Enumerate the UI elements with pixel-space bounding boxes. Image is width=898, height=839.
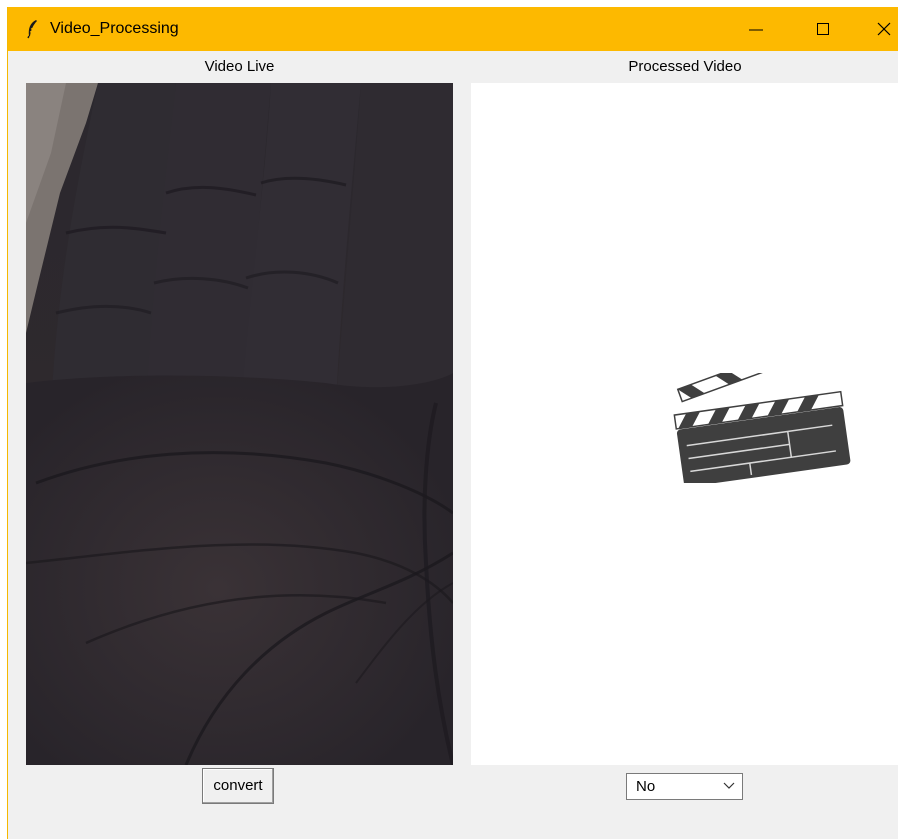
video-live-label: Video Live — [204, 58, 275, 75]
processed-video-area — [471, 83, 898, 765]
window-title: Video_Processing — [50, 20, 179, 37]
title-bar[interactable]: Video_Processing — [8, 7, 898, 51]
close-icon — [877, 22, 891, 36]
processed-video-label: Processed Video — [628, 58, 742, 75]
app-window: Video_Processing Video Live Processed Vi… — [7, 7, 898, 839]
option-select[interactable]: No — [626, 773, 743, 800]
maximize-icon — [817, 23, 829, 35]
minimize-icon — [749, 29, 763, 31]
clapperboard-icon — [673, 373, 851, 483]
convert-button[interactable]: convert — [202, 768, 274, 804]
close-button[interactable] — [861, 7, 898, 51]
select-value: No — [636, 778, 656, 795]
live-video-feed — [26, 83, 453, 765]
maximize-button[interactable] — [800, 7, 846, 51]
chevron-down-icon — [723, 782, 735, 789]
minimize-button[interactable] — [733, 7, 779, 51]
feather-icon — [25, 19, 39, 39]
